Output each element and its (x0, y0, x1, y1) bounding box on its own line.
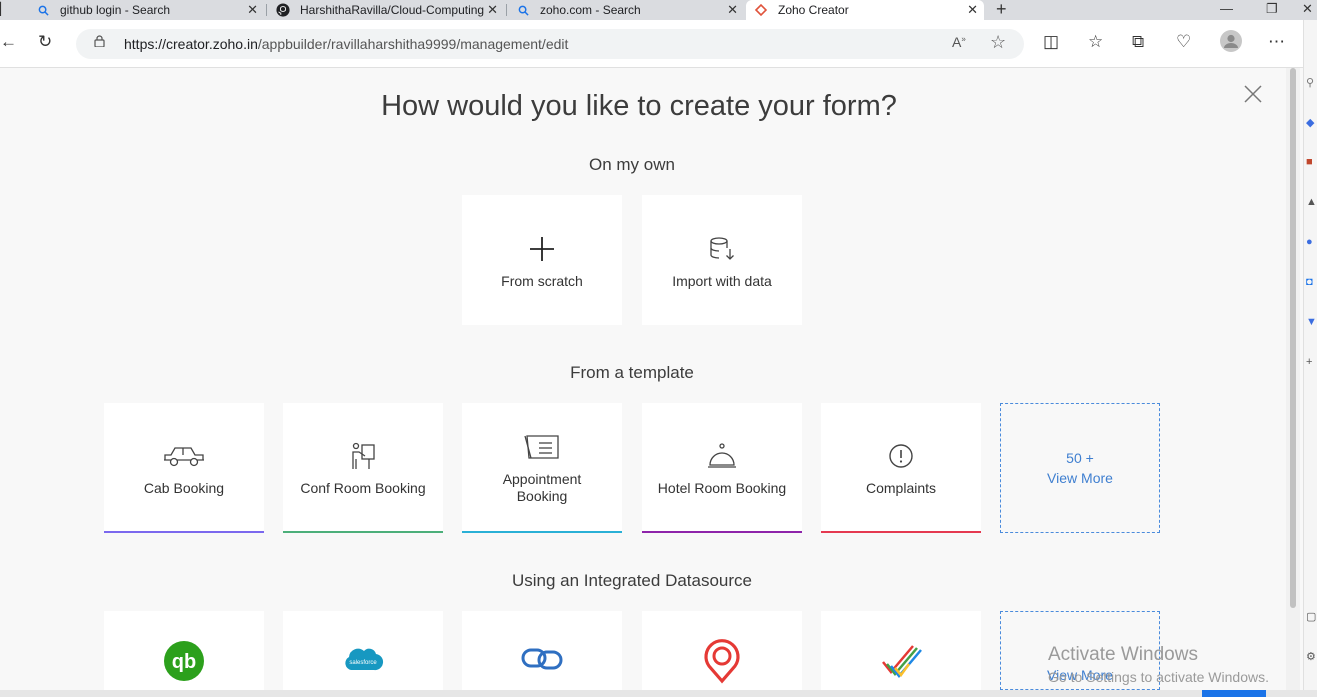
card-label: Hotel Room Booking (657, 479, 787, 496)
card-label: Conf Room Booking (300, 479, 426, 496)
minimize-icon[interactable]: — (1220, 1, 1233, 16)
browser-essentials-icon[interactable]: ♡ (1176, 32, 1191, 52)
car-icon (162, 438, 206, 474)
split-screen-icon[interactable]: ◫ (1043, 32, 1059, 52)
profile-avatar[interactable] (1220, 30, 1242, 57)
card-label: Complaints (865, 479, 937, 496)
add-icon[interactable]: + (1306, 356, 1312, 368)
templates-view-more-button[interactable]: 50 + View More (1000, 403, 1160, 533)
location-pin-icon (704, 639, 740, 684)
plus-icon (520, 231, 564, 267)
bottom-status-strip (0, 690, 1317, 697)
datasource-card-projects[interactable] (821, 611, 981, 690)
browser-tab-strip: ▏ github login - Search ✕ HarshithaRavil… (0, 0, 1317, 20)
template-card-conf-room-booking[interactable]: Conf Room Booking (283, 403, 443, 533)
svg-text:salesforce: salesforce (349, 660, 377, 666)
window-edge-icon: ▏ (0, 2, 10, 16)
url-host: https://creator.zoho.in (124, 36, 258, 52)
url-path: /appbuilder/ravillaharshitha9999/managem… (257, 36, 569, 52)
tab-zoho-search[interactable]: zoho.com - Search ✕ (508, 0, 744, 20)
svg-text:qb: qb (172, 651, 196, 673)
sidebar-layout-icon[interactable]: ▢ (1306, 610, 1316, 623)
drop-icon[interactable]: ▼ (1306, 316, 1317, 328)
card-label: From scratch (501, 272, 583, 289)
search-icon[interactable]: ⚲ (1306, 76, 1314, 89)
import-with-data-card[interactable]: Import with data (642, 195, 802, 325)
new-tab-icon[interactable]: + (996, 0, 1007, 18)
address-bar[interactable]: https://creator.zoho.in/appbuilder/ravil… (76, 29, 1024, 59)
more-menu-icon[interactable]: ⋯ (1268, 32, 1285, 52)
templates-count: 50 + (1066, 450, 1094, 466)
activate-windows-watermark: Activate Windows Go to Settings to activ… (1048, 644, 1269, 685)
notebook-icon (520, 429, 564, 465)
template-card-complaints[interactable]: Complaints (821, 403, 981, 533)
template-card-hotel-room-booking[interactable]: Hotel Room Booking (642, 403, 802, 533)
status-highlight (1202, 690, 1266, 697)
card-label: Cab Booking (143, 479, 225, 496)
collections-icon[interactable]: ⧉ (1132, 32, 1144, 52)
watermark-title: Activate Windows (1048, 644, 1198, 665)
tab-separator (266, 4, 267, 16)
section-title-template: From a template (570, 363, 694, 382)
zoho-icon (754, 3, 768, 17)
games-icon[interactable]: ● (1306, 236, 1313, 248)
tab-zoho-creator[interactable]: Zoho Creator ✕ (746, 0, 984, 20)
github-icon (276, 3, 290, 17)
tab-title: HarshithaRavilla/Cloud-Computing (300, 3, 485, 17)
datasource-card-quickbooks[interactable]: qb (104, 611, 264, 690)
close-tab-icon[interactable]: ✕ (727, 2, 738, 18)
browser-toolbar: ← ↻ https://creator.zoho.in/appbuilder/r… (0, 20, 1317, 68)
lock-icon (94, 35, 105, 47)
sidebar-app-icon[interactable]: ◆ (1306, 116, 1314, 129)
maximize-icon[interactable]: ❐ (1266, 1, 1278, 17)
datasource-card-zoho-crm[interactable] (462, 611, 622, 690)
page-scrollbar[interactable] (1286, 68, 1300, 690)
url-text: https://creator.zoho.in/appbuilder/ravil… (124, 36, 568, 52)
template-card-cab-booking[interactable]: Cab Booking (104, 403, 264, 533)
service-bell-icon (700, 438, 744, 474)
zoho-crm-icon (521, 648, 563, 670)
datasource-card-pin[interactable] (642, 611, 802, 690)
card-label: Import with data (672, 272, 772, 289)
watermark-subtitle: Go to Settings to activate Windows. (1048, 669, 1269, 685)
settings-icon[interactable]: ⚙ (1306, 650, 1316, 663)
edge-sidebar: ⚲ ◆ ■ ▲ ● ◘ ▼ + ▢ ⚙ (1303, 20, 1317, 697)
zoho-projects-icon (882, 645, 922, 678)
tab-github-login-search[interactable]: github login - Search ✕ (28, 0, 264, 20)
tab-separator (506, 4, 507, 16)
view-more-label: View More (1047, 470, 1113, 486)
tab-github-repo[interactable]: HarshithaRavilla/Cloud-Computing ✕ (268, 0, 504, 20)
create-form-dialog: How would you like to create your form? … (0, 68, 1286, 690)
exclamation-icon (879, 438, 923, 474)
refresh-icon[interactable]: ↻ (38, 32, 52, 52)
close-window-icon[interactable]: ✕ (1302, 1, 1313, 17)
section-title-datasource: Using an Integrated Datasource (511, 571, 753, 590)
search-icon (36, 3, 50, 17)
search-icon (516, 3, 530, 17)
tab-title: Zoho Creator (778, 3, 849, 17)
close-tab-icon[interactable]: ✕ (487, 2, 498, 18)
close-tab-icon[interactable]: ✕ (967, 2, 978, 18)
tab-title: github login - Search (60, 3, 171, 17)
favorites-icon[interactable]: ☆ (1088, 32, 1103, 52)
from-scratch-card[interactable]: From scratch (462, 195, 622, 325)
scrollbar-thumb[interactable] (1290, 68, 1296, 608)
presentation-icon (341, 438, 385, 474)
card-label: Appointment Booking (502, 471, 582, 504)
close-tab-icon[interactable]: ✕ (247, 2, 258, 18)
outlook-icon[interactable]: ◘ (1306, 276, 1313, 288)
tab-title: zoho.com - Search (540, 3, 641, 17)
read-aloud-icon[interactable]: A» (952, 34, 966, 50)
tools-icon[interactable]: ▲ (1306, 196, 1317, 208)
favorite-star-icon[interactable]: ☆ (990, 32, 1006, 53)
database-import-icon (700, 231, 744, 267)
salesforce-icon: salesforce (345, 648, 384, 671)
quickbooks-icon: qb (164, 641, 204, 681)
section-title-own: On my own (589, 155, 675, 174)
page-title: How would you like to create your form? (381, 90, 897, 122)
shopping-icon[interactable]: ■ (1306, 156, 1313, 168)
template-card-appointment-booking[interactable]: Appointment Booking (462, 403, 622, 533)
back-arrow-icon[interactable]: ← (0, 32, 17, 52)
datasource-card-salesforce[interactable]: salesforce (283, 611, 443, 690)
